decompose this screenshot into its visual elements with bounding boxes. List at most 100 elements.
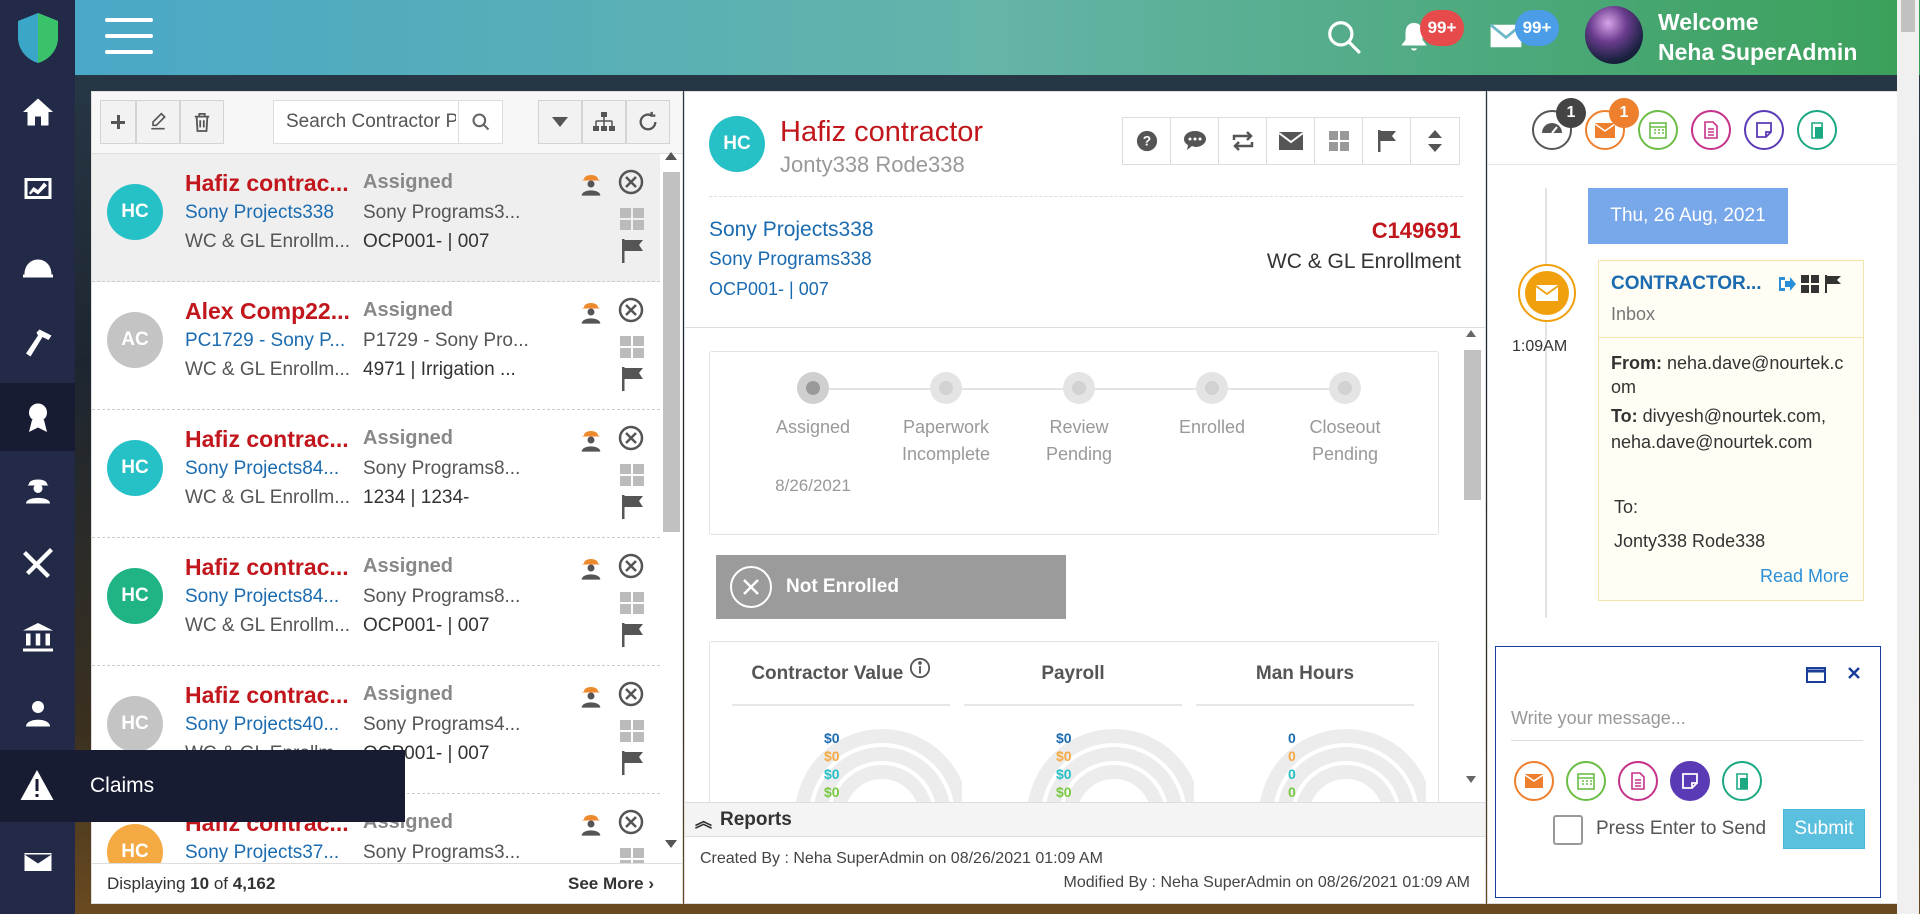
profile-avatar[interactable] <box>1585 6 1643 64</box>
flag-icon[interactable] <box>1363 118 1411 164</box>
hamburger-menu-icon[interactable] <box>105 18 153 54</box>
row-project[interactable]: Sony Projects84... <box>185 586 353 608</box>
sort-icon[interactable] <box>1411 118 1459 164</box>
note-icon[interactable] <box>1744 110 1784 150</box>
row-title[interactable]: Hafiz contrac... <box>185 554 353 581</box>
grid-icon[interactable] <box>620 464 644 491</box>
submit-button[interactable]: Submit <box>1783 809 1865 849</box>
grid-icon[interactable] <box>1801 275 1819 298</box>
hammer-icon[interactable] <box>0 313 75 373</box>
worker-icon[interactable] <box>0 460 75 520</box>
worker-icon[interactable] <box>577 810 605 843</box>
dashboard-icon[interactable] <box>0 160 75 220</box>
add-icon[interactable] <box>100 100 136 144</box>
list-item[interactable]: HC Hafiz contrac... Sony Projects338 WC & G… <box>92 154 660 282</box>
grid-icon[interactable] <box>620 720 644 747</box>
message-input[interactable]: Write your message... <box>1511 697 1863 741</box>
remove-circle-icon[interactable] <box>617 552 645 585</box>
row-project[interactable]: Sony Projects338 <box>185 202 353 224</box>
email-icon[interactable] <box>1267 118 1315 164</box>
search-contractor-input[interactable]: Search Contractor P <box>273 100 503 144</box>
hardhat-icon[interactable] <box>0 237 75 297</box>
list-item[interactable]: AC Alex Comp22... PC1729 - Sony P... WC & G… <box>92 282 660 410</box>
press-enter-checkbox[interactable] <box>1553 815 1583 845</box>
remove-circle-icon[interactable] <box>617 296 645 329</box>
hierarchy-icon[interactable] <box>582 100 626 144</box>
info-icon[interactable] <box>909 642 931 706</box>
read-more-link[interactable]: Read More <box>1760 566 1849 587</box>
row-title[interactable]: Hafiz contrac... <box>185 426 353 453</box>
home-icon[interactable] <box>0 82 75 142</box>
clipboard-icon[interactable] <box>1797 110 1837 150</box>
worker-icon[interactable] <box>577 554 605 587</box>
shield-logo-icon[interactable] <box>0 0 75 75</box>
messages-badge[interactable]: 99+ <box>1515 10 1559 46</box>
row-title[interactable]: Alex Comp22... <box>185 298 353 325</box>
claims-nav-item[interactable]: Claims <box>0 750 405 822</box>
worker-icon[interactable] <box>577 426 605 459</box>
row-project[interactable]: Sony Projects84... <box>185 458 353 480</box>
grid-icon[interactable] <box>1315 118 1363 164</box>
flag-icon[interactable] <box>620 623 644 652</box>
row-project[interactable]: Sony Projects40... <box>185 714 353 736</box>
list-item[interactable]: HC Hafiz contrac... Sony Projects84... WC &… <box>92 538 660 666</box>
flag-icon[interactable] <box>620 495 644 524</box>
remove-circle-icon[interactable] <box>617 808 645 841</box>
remove-circle-icon[interactable] <box>617 168 645 201</box>
see-more-link[interactable]: See More › <box>568 874 654 894</box>
flag-icon[interactable] <box>620 367 644 396</box>
list-scrollbar[interactable] <box>660 152 682 852</box>
filter-dropdown-icon[interactable] <box>538 100 582 144</box>
page-scroll-thumb[interactable] <box>1901 0 1915 32</box>
detail-code-link[interactable]: OCP001- | 007 <box>709 279 829 300</box>
page-scrollbar[interactable] <box>1897 0 1919 914</box>
tools-icon[interactable] <box>0 533 75 593</box>
mail-nav-icon[interactable] <box>0 832 75 892</box>
bank-icon[interactable] <box>0 608 75 668</box>
search-button-icon[interactable] <box>458 101 502 143</box>
worker-icon[interactable] <box>577 170 605 203</box>
user-icon[interactable] <box>0 683 75 743</box>
flag-icon[interactable] <box>620 239 644 268</box>
list-item[interactable]: HC Hafiz contrac... Sony Projects84... WC &… <box>92 410 660 538</box>
compose-calendar-icon[interactable] <box>1566 761 1606 801</box>
email-title-link[interactable]: CONTRACTOR... <box>1611 273 1762 295</box>
maximize-icon[interactable] <box>1806 667 1826 688</box>
detail-scrollbar[interactable] <box>1462 330 1482 792</box>
notifications-badge[interactable]: 99+ <box>1420 10 1464 46</box>
award-icon[interactable] <box>0 383 75 451</box>
detail-project-link[interactable]: Sony Projects338 <box>709 218 874 242</box>
delete-icon[interactable] <box>180 100 224 144</box>
document-icon[interactable] <box>1691 110 1731 150</box>
compose-clipboard-icon[interactable] <box>1722 761 1762 801</box>
mail-filter-icon[interactable]: 1 <box>1585 98 1639 150</box>
dashboard-gauge-icon[interactable]: 1 <box>1532 98 1586 150</box>
grid-icon[interactable] <box>620 592 644 619</box>
edit-icon[interactable] <box>136 100 180 144</box>
grid-icon[interactable] <box>620 208 644 235</box>
worker-icon[interactable] <box>577 298 605 331</box>
calendar-icon[interactable] <box>1638 110 1678 150</box>
comment-icon[interactable] <box>1171 118 1219 164</box>
welcome-text[interactable]: Welcome Neha SuperAdmin <box>1658 7 1857 67</box>
search-icon[interactable] <box>1325 18 1363 61</box>
compose-mail-icon[interactable] <box>1514 761 1554 801</box>
remove-circle-icon[interactable] <box>617 424 645 457</box>
compose-note-icon[interactable] <box>1670 761 1710 801</box>
transfer-icon[interactable] <box>1219 118 1267 164</box>
close-icon[interactable] <box>1846 665 1862 686</box>
detail-program-link[interactable]: Sony Programs338 <box>709 249 872 271</box>
remove-circle-icon[interactable] <box>617 680 645 713</box>
flag-icon[interactable] <box>620 751 644 780</box>
row-project[interactable]: PC1729 - Sony P... <box>185 330 353 352</box>
help-icon[interactable]: ? <box>1123 118 1171 164</box>
worker-icon[interactable] <box>577 682 605 715</box>
row-title[interactable]: Hafiz contrac... <box>185 170 353 197</box>
flag-icon[interactable] <box>1824 275 1842 298</box>
open-icon[interactable] <box>1776 275 1796 298</box>
reports-toggle[interactable]: ︽ Reports <box>685 802 1485 837</box>
row-project[interactable]: Sony Projects37... <box>185 842 353 864</box>
refresh-icon[interactable] <box>626 100 670 144</box>
row-title[interactable]: Hafiz contrac... <box>185 682 353 709</box>
compose-document-icon[interactable] <box>1618 761 1658 801</box>
